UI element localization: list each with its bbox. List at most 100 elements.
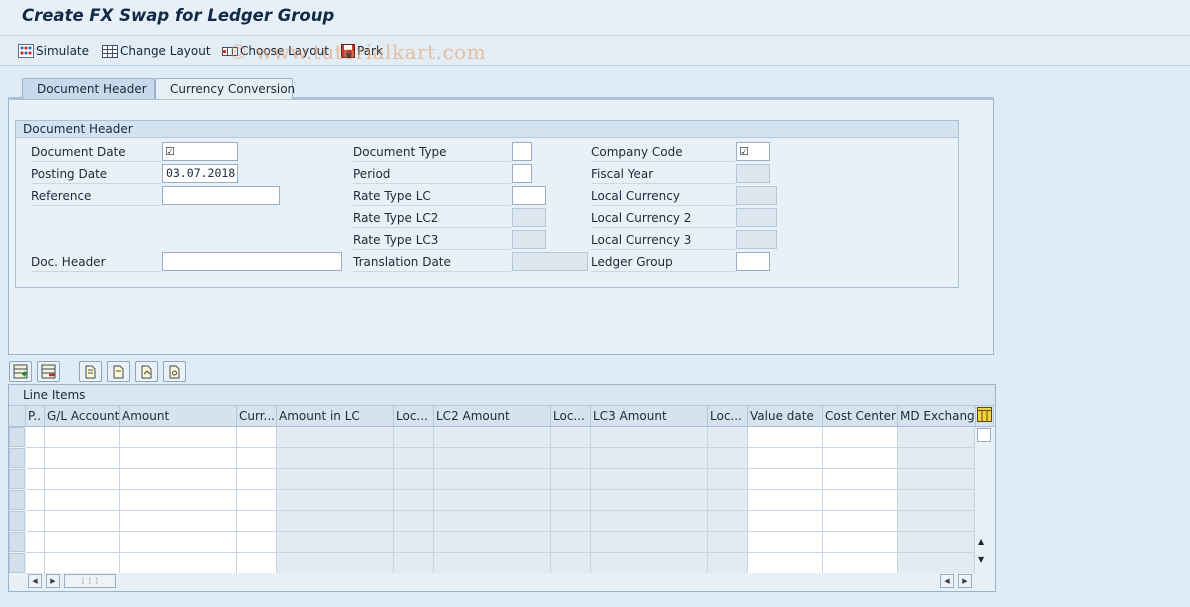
table-cell[interactable] (26, 532, 45, 553)
table-cell[interactable] (45, 511, 120, 532)
row-selector[interactable] (9, 511, 25, 531)
table-cell[interactable] (748, 511, 823, 532)
table-cell[interactable] (120, 490, 237, 511)
col-header-md-exchange[interactable]: MD Exchange (898, 406, 976, 427)
copy-button[interactable] (79, 361, 102, 382)
table-cell[interactable] (237, 469, 277, 490)
col-header-cost-center[interactable]: Cost Center (823, 406, 898, 427)
row-selector[interactable] (9, 469, 25, 489)
document-type-field[interactable] (512, 142, 532, 161)
column-config-button[interactable] (976, 406, 994, 427)
table-cell[interactable] (823, 490, 898, 511)
rate-type-lc-field[interactable] (512, 186, 546, 205)
table-cell[interactable] (748, 469, 823, 490)
table-cell[interactable] (237, 490, 277, 511)
ledger-group-field[interactable] (736, 252, 770, 271)
table-cell[interactable] (237, 427, 277, 448)
table-cell[interactable] (823, 427, 898, 448)
col-header-local-currency[interactable]: Loc... (394, 406, 434, 427)
scroll-down-icon[interactable]: ▼ (978, 555, 984, 564)
copy-doc-icon (85, 365, 96, 379)
change-layout-button[interactable]: Change Layout (102, 41, 211, 61)
tab-document-header[interactable]: Document Header (22, 78, 155, 99)
table-cell[interactable] (748, 427, 823, 448)
table-cell[interactable] (237, 448, 277, 469)
table-cell[interactable] (823, 469, 898, 490)
table-cell[interactable] (26, 427, 45, 448)
table-cell[interactable] (45, 448, 120, 469)
details-button[interactable] (163, 361, 186, 382)
row-selector[interactable] (9, 427, 25, 447)
table-cell[interactable] (45, 469, 120, 490)
table-cell (277, 469, 394, 490)
table-cell[interactable] (26, 511, 45, 532)
table-cell[interactable] (748, 553, 823, 574)
company-code-field[interactable]: ☑ (736, 142, 770, 161)
col-header-amount-in-lc[interactable]: Amount in LC (277, 406, 394, 427)
table-cell[interactable] (120, 448, 237, 469)
select-all-cell[interactable] (9, 406, 26, 427)
table-cell (277, 553, 394, 574)
table-cell[interactable] (120, 469, 237, 490)
period-field[interactable] (512, 164, 532, 183)
vertical-scrollbar[interactable]: ▲ ▼ (975, 427, 993, 572)
table-cell[interactable] (237, 511, 277, 532)
delete-row-button[interactable] (37, 361, 60, 382)
table-cell (898, 490, 975, 511)
row-selector[interactable] (9, 553, 25, 573)
scroll-left-icon[interactable]: ◀ (28, 574, 42, 588)
doc-header-text-field[interactable] (162, 252, 342, 271)
col-header-amount[interactable]: Amount (120, 406, 237, 427)
row-selector[interactable] (9, 490, 25, 510)
table-cell[interactable] (120, 532, 237, 553)
table-cell[interactable] (237, 532, 277, 553)
document-date-field[interactable]: ☑ (162, 142, 238, 161)
scroll-right-end-icon[interactable]: ▶ (958, 574, 972, 588)
table-cell[interactable] (26, 490, 45, 511)
table-cell[interactable] (823, 511, 898, 532)
table-cell[interactable] (748, 532, 823, 553)
col-header-value-date[interactable]: Value date (748, 406, 823, 427)
scroll-thumb-horizontal[interactable]: ⋮⋮⋮ (64, 574, 116, 588)
col-header-local-currency-2[interactable]: Loc... (551, 406, 591, 427)
period-label: Period (353, 164, 511, 184)
posting-date-field[interactable]: 03.07.2018 (162, 164, 238, 183)
col-header-posting-key[interactable]: P.. (26, 406, 45, 427)
col-header-local-currency-3[interactable]: Loc... (708, 406, 748, 427)
paste-button[interactable] (107, 361, 130, 382)
scroll-up-icon[interactable]: ▲ (978, 537, 984, 546)
table-cell[interactable] (26, 553, 45, 574)
delete-row-icon (41, 364, 56, 379)
table-cell[interactable] (45, 532, 120, 553)
col-header-lc2-amount[interactable]: LC2 Amount (434, 406, 551, 427)
table-cell[interactable] (120, 511, 237, 532)
table-cell[interactable] (823, 448, 898, 469)
horizontal-scrollbar[interactable]: ◀ ▶ ⋮⋮⋮ ◀ ▶ (28, 573, 974, 590)
table-cell[interactable] (823, 553, 898, 574)
table-cell[interactable] (748, 490, 823, 511)
table-cell[interactable] (45, 553, 120, 574)
scroll-right-icon[interactable]: ▶ (46, 574, 60, 588)
simulate-button[interactable]: Simulate (18, 41, 89, 61)
table-cell[interactable] (26, 469, 45, 490)
table-cell[interactable] (45, 427, 120, 448)
table-cell[interactable] (237, 553, 277, 574)
rate-type-lc-label: Rate Type LC (353, 186, 511, 206)
table-cell[interactable] (748, 448, 823, 469)
col-header-gl-account[interactable]: G/L Account (45, 406, 120, 427)
table-cell[interactable] (120, 553, 237, 574)
table-cell[interactable] (45, 490, 120, 511)
scroll-thumb[interactable] (977, 428, 991, 442)
row-selector[interactable] (9, 448, 25, 468)
undo-button[interactable] (135, 361, 158, 382)
table-cell[interactable] (120, 427, 237, 448)
row-selector[interactable] (9, 532, 25, 552)
col-header-currency[interactable]: Curr... (237, 406, 277, 427)
col-header-lc3-amount[interactable]: LC3 Amount (591, 406, 708, 427)
table-cell[interactable] (26, 448, 45, 469)
table-cell[interactable] (823, 532, 898, 553)
tab-currency-conversion[interactable]: Currency Conversion (155, 78, 295, 99)
insert-row-button[interactable] (9, 361, 32, 382)
reference-field[interactable] (162, 186, 280, 205)
scroll-left-end-icon[interactable]: ◀ (940, 574, 954, 588)
